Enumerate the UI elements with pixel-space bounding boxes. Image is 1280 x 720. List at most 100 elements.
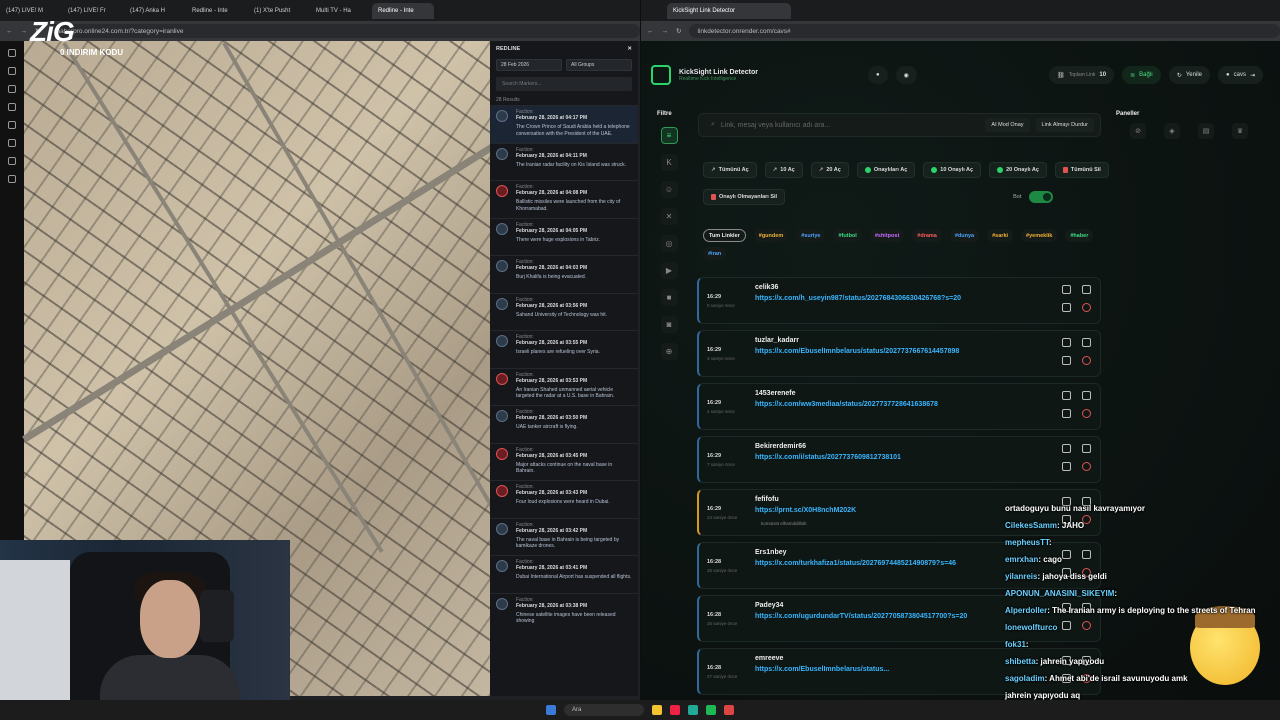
chrome-icon[interactable]: [724, 705, 734, 715]
shield-icon[interactable]: ◈: [1164, 123, 1180, 139]
marker-item[interactable]: Faction: February 28, 2026 at 03:55 PM Isr…: [490, 330, 638, 368]
marker-item[interactable]: Faction: February 28, 2026 at 03:56 PM Sah…: [490, 292, 638, 331]
browser-tab[interactable]: Multi TV - Ha: [310, 3, 372, 19]
card-link[interactable]: https://prnt.sc/X0H8nchM202K: [755, 507, 856, 514]
marker-item[interactable]: Faction: February 28, 2026 at 04:17 PM The…: [490, 105, 638, 143]
copy-icon[interactable]: [1082, 444, 1091, 453]
copy-icon[interactable]: [1082, 391, 1091, 400]
tag-chip[interactable]: #sarki: [987, 229, 1014, 242]
tag-chip[interactable]: #gundem: [753, 229, 789, 242]
database-icon[interactable]: ▤: [1198, 123, 1214, 139]
tag-chip[interactable]: #futbol: [833, 229, 862, 242]
draw-icon[interactable]: [8, 157, 16, 165]
app-icon[interactable]: [670, 705, 680, 715]
date-filter[interactable]: 28 Feb 2026: [496, 59, 562, 71]
reload-icon[interactable]: ↻: [676, 27, 681, 35]
tag-chip[interactable]: #yemeklik: [1021, 229, 1058, 242]
tag-chip[interactable]: #dunya: [949, 229, 980, 242]
tag-chip[interactable]: #suriye: [796, 229, 826, 242]
delete-unapproved-button[interactable]: Onaylı Olmayanları Sil: [703, 189, 786, 205]
open-link-icon[interactable]: [1062, 444, 1071, 453]
marker-item[interactable]: Faction: February 28, 2026 at 04:03 PM Bur…: [490, 255, 638, 293]
instagram-icon[interactable]: ◎: [660, 235, 678, 252]
pin-icon[interactable]: [8, 121, 16, 129]
card-link[interactable]: https://x.com/turkhafiza1/status/2027697…: [755, 560, 956, 567]
bulk-button[interactable]: ↗ Tümünü Aç: [703, 162, 757, 178]
marker-search-input[interactable]: Search Markers...: [496, 77, 632, 91]
ruler-icon[interactable]: [8, 139, 16, 147]
bulk-button[interactable]: ↗ 10 Aç: [764, 162, 803, 178]
spotify-icon[interactable]: [706, 705, 716, 715]
trash-icon[interactable]: [1062, 409, 1071, 418]
tag-chip[interactable]: #haber: [1065, 229, 1094, 242]
card-link[interactable]: https://x.com/EbuselImnbelarus/status...: [755, 666, 889, 673]
flag-icon[interactable]: [8, 67, 16, 75]
user-menu[interactable]: ● cavs ⇥: [1218, 66, 1263, 84]
copy-icon[interactable]: [1082, 338, 1091, 347]
browser-tab[interactable]: (147) Anka H: [124, 3, 186, 19]
globe-icon[interactable]: ⊕: [660, 343, 678, 360]
list-icon[interactable]: ≡: [660, 127, 678, 144]
copy-icon[interactable]: [1082, 285, 1091, 294]
marker-item[interactable]: Faction: February 28, 2026 at 03:53 PM An …: [490, 367, 638, 406]
delete-icon[interactable]: [1082, 462, 1091, 471]
layers-icon[interactable]: [8, 85, 16, 93]
video-icon[interactable]: ■: [660, 289, 678, 306]
tag-chip[interactable]: #shitpost: [869, 229, 905, 242]
marker-item[interactable]: Faction: February 28, 2026 at 03:45 PM Maj…: [490, 442, 638, 481]
marker-item[interactable]: Faction: February 28, 2026 at 03:43 PM Fou…: [490, 480, 638, 518]
trophy-icon[interactable]: ♛: [1232, 123, 1248, 139]
marker-item[interactable]: Faction: February 28, 2026 at 03:50 PM UAE…: [490, 405, 638, 443]
bulk-button[interactable]: 10 Onaylı Aç: [923, 162, 982, 178]
browser-tab[interactable]: Redline - Inte: [186, 3, 248, 19]
camera-icon[interactable]: [8, 175, 16, 183]
taskbar-search[interactable]: Ara: [564, 704, 644, 716]
card-link[interactable]: https://x.com/ww3mediaa/status/202773772…: [755, 401, 938, 408]
stop-links-button[interactable]: Link Almayı Durdur: [1035, 118, 1094, 132]
chrome-icon[interactable]: ●: [867, 66, 888, 84]
tag-chip[interactable]: #drama: [912, 229, 942, 242]
windows-start-icon[interactable]: [546, 705, 556, 715]
right-url-field[interactable]: linkdetector.onrender.com/cavs#: [689, 24, 1280, 38]
tag-all[interactable]: Tum Linkler: [703, 229, 746, 242]
open-link-icon[interactable]: [1062, 285, 1071, 294]
search-icon[interactable]: [8, 103, 16, 111]
explorer-icon[interactable]: [652, 705, 662, 715]
search-input[interactable]: ⌕ Link, mesaj veya kullanıcı adı ara... A…: [698, 113, 1101, 137]
bulk-button[interactable]: 20 Onaylı Aç: [989, 162, 1047, 178]
left-url-field[interactable]: haberpro.online24.com.tr/?category=iranl…: [48, 24, 640, 38]
youtube-icon[interactable]: ▶: [660, 262, 678, 279]
trash-icon[interactable]: [1062, 303, 1071, 312]
tag-chip[interactable]: #iran: [703, 247, 727, 260]
users-icon[interactable]: ☺: [660, 181, 678, 198]
back-icon[interactable]: ←: [647, 28, 654, 35]
close-icon[interactable]: ✕: [627, 46, 632, 52]
bulk-button[interactable]: ↗ 20 Aç: [810, 162, 849, 178]
group-filter[interactable]: All Groups: [566, 59, 632, 71]
marker-item[interactable]: Faction: February 28, 2026 at 04:08 PM Bal…: [490, 180, 638, 218]
card-link[interactable]: https://x.com/ugurdundarTV/status/202770…: [755, 613, 967, 620]
camera-icon[interactable]: ◙: [660, 316, 678, 333]
bot-toggle[interactable]: [1029, 191, 1054, 203]
marker-item[interactable]: Faction: February 28, 2026 at 04:05 PM The…: [490, 217, 638, 256]
card-link[interactable]: https://x.com/EbuselImnbelarus/status/20…: [755, 348, 959, 355]
trash-icon[interactable]: [1062, 462, 1071, 471]
delete-icon[interactable]: [1082, 356, 1091, 365]
delete-icon[interactable]: [1082, 303, 1091, 312]
back-icon[interactable]: ←: [6, 28, 13, 35]
bulk-button[interactable]: Onaylıları Aç: [856, 162, 916, 178]
kick-icon[interactable]: K: [660, 154, 678, 171]
map-tool-icon[interactable]: [8, 49, 16, 57]
marker-item[interactable]: Faction: February 28, 2026 at 04:11 PM The…: [490, 142, 638, 181]
robot-icon[interactable]: ◉: [895, 66, 917, 84]
browser-tab[interactable]: Redline - Inte: [372, 2, 434, 19]
delete-icon[interactable]: [1082, 409, 1091, 418]
block-icon[interactable]: ⊘: [1130, 123, 1146, 139]
forward-icon[interactable]: →: [21, 28, 28, 35]
forward-icon[interactable]: →: [662, 28, 669, 35]
marker-item[interactable]: Faction: February 28, 2026 at 03:42 PM The…: [490, 517, 638, 556]
refresh-button[interactable]: ↻ Yenile: [1168, 66, 1210, 84]
trash-icon[interactable]: [1062, 356, 1071, 365]
open-link-icon[interactable]: [1062, 338, 1071, 347]
x-icon[interactable]: ✕: [660, 208, 678, 225]
